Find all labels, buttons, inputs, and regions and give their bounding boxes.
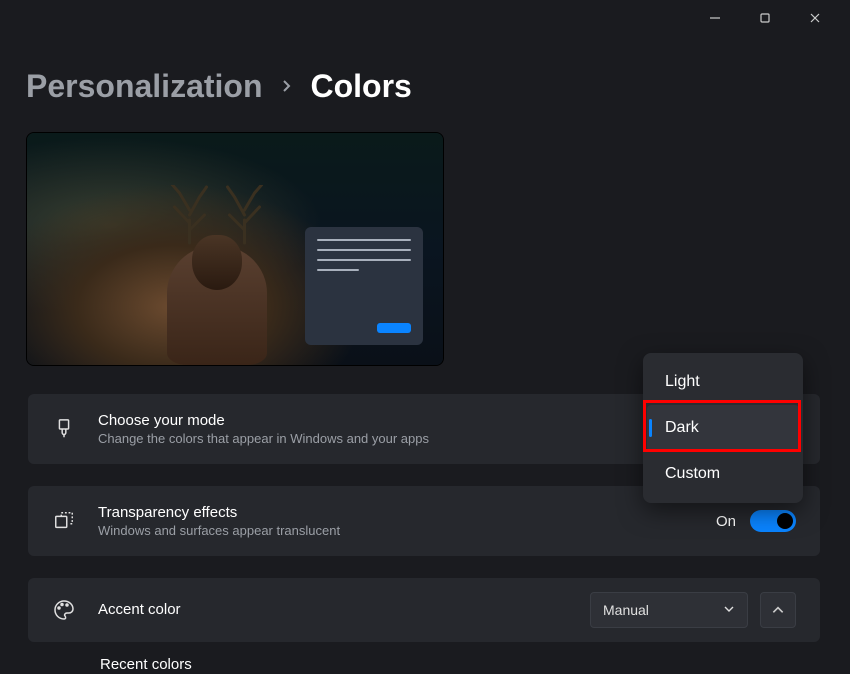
close-button[interactable]: [800, 8, 830, 28]
mode-option-light[interactable]: Light: [647, 359, 799, 405]
accent-color-title: Accent color: [98, 601, 590, 618]
chevron-right-icon: [281, 76, 293, 97]
breadcrumb-current: Colors: [311, 68, 412, 105]
accent-color-select[interactable]: Manual: [590, 592, 748, 628]
transparency-title: Transparency effects: [98, 504, 716, 521]
transparency-icon: [52, 509, 76, 533]
palette-icon: [52, 598, 76, 622]
transparency-subtitle: Windows and surfaces appear translucent: [98, 523, 716, 538]
desktop-preview: [26, 132, 444, 366]
breadcrumb-parent[interactable]: Personalization: [26, 68, 263, 105]
accent-color-row: Accent color Manual: [28, 578, 820, 642]
breadcrumb: Personalization Colors: [26, 68, 412, 105]
recent-colors-title: Recent colors: [28, 656, 820, 673]
preview-window: [305, 227, 423, 345]
transparency-state-label: On: [716, 513, 736, 530]
window-controls: [680, 0, 850, 36]
mode-option-custom[interactable]: Custom: [647, 451, 799, 497]
mode-option-dark[interactable]: Dark: [647, 405, 799, 451]
transparency-toggle[interactable]: [750, 510, 796, 532]
minimize-button[interactable]: [700, 8, 730, 28]
brush-icon: [52, 417, 76, 441]
accent-color-select-value: Manual: [603, 602, 649, 618]
chevron-down-icon: [723, 602, 735, 618]
accent-expand-button[interactable]: [760, 592, 796, 628]
maximize-button[interactable]: [750, 8, 780, 28]
mode-dropdown: Light Dark Custom: [643, 353, 803, 503]
